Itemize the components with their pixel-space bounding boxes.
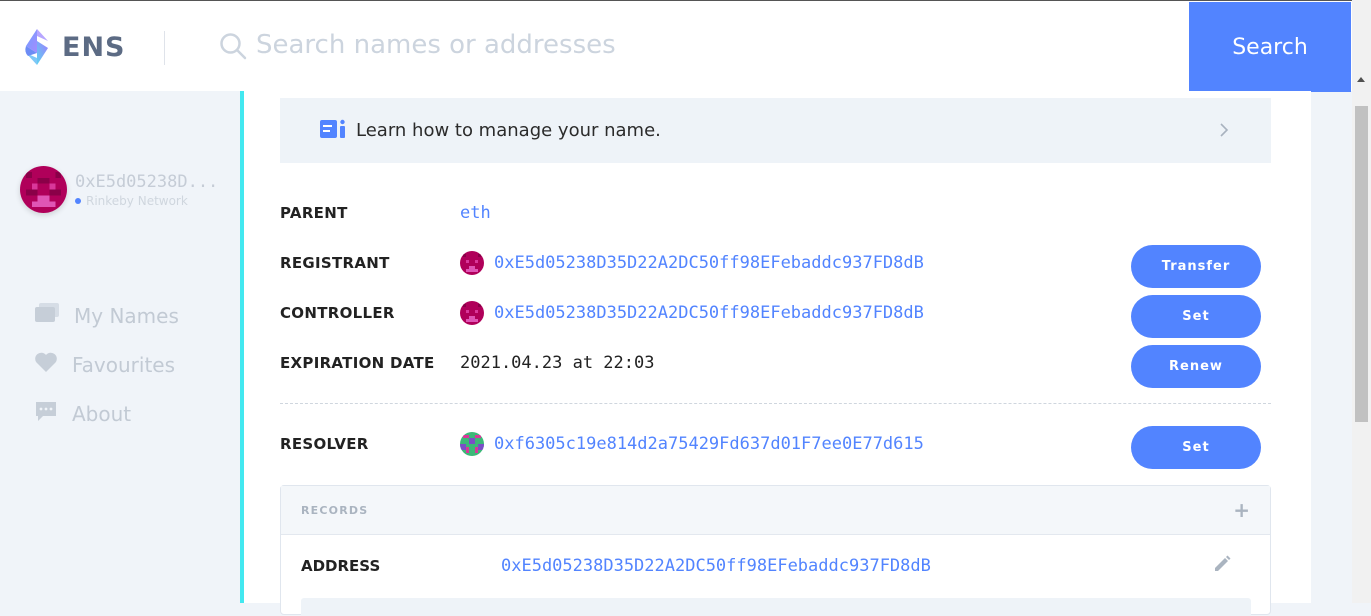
- record-subpanel: [301, 598, 1251, 616]
- controller-row: CONTROLLER 0xE5d05238D35D22A2DC50ff98EFe…: [280, 298, 924, 328]
- sidebar-item-my-names[interactable]: My Names: [34, 291, 179, 340]
- registrant-row: REGISTRANT 0xE5d05238D35D22A2DC50ff98EFe…: [280, 248, 924, 278]
- account-info[interactable]: 0xE5d05238D... Rinkeby Network: [20, 166, 218, 213]
- parent-link[interactable]: eth: [460, 203, 491, 223]
- cards-icon: [34, 302, 60, 329]
- sidebar: 0xE5d05238D... Rinkeby Network My Names: [0, 91, 240, 603]
- name-details-panel: Learn how to manage your name. PARENT et…: [244, 91, 1311, 616]
- set-resolver-button[interactable]: Set: [1131, 426, 1261, 469]
- expiration-row: EXPIRATION DATE 2021.04.23 at 22:03: [280, 348, 654, 378]
- top-header: ENS Search: [0, 0, 1352, 92]
- sidebar-item-label: Favourites: [72, 352, 176, 377]
- resolver-label: RESOLVER: [280, 435, 369, 453]
- header-divider: [164, 31, 165, 65]
- ens-logo[interactable]: ENS: [20, 27, 126, 67]
- records-header: RECORDS +: [281, 486, 1270, 535]
- expiration-label: EXPIRATION DATE: [280, 354, 435, 372]
- controller-label: CONTROLLER: [280, 304, 395, 322]
- parent-label: PARENT: [280, 204, 348, 222]
- logo-text: ENS: [62, 31, 126, 63]
- resolver-avatar: [460, 432, 484, 456]
- parent-row: PARENT eth: [280, 198, 491, 228]
- registrant-address-text: 0xE5d05238D35D22A2DC50ff98EFebaddc937FD8…: [494, 253, 924, 273]
- search-icon: [219, 32, 247, 64]
- records-title: RECORDS: [301, 503, 369, 517]
- network-name: Rinkeby Network: [86, 193, 188, 208]
- resolver-address[interactable]: 0xf6305c19e814d2a75429Fd637d01F7ee0E77d6…: [460, 432, 924, 456]
- search-input[interactable]: [256, 25, 1156, 65]
- account-avatar: [20, 166, 67, 213]
- sidebar-item-favourites[interactable]: Favourites: [34, 340, 179, 389]
- page-scrollbar[interactable]: [1352, 0, 1371, 603]
- registrant-avatar: [460, 251, 484, 275]
- scroll-up-arrow-icon[interactable]: [1356, 68, 1366, 87]
- account-address: 0xE5d05238D...: [75, 171, 219, 192]
- scrollbar-thumb[interactable]: [1355, 106, 1368, 422]
- network-label: Rinkeby Network: [75, 194, 218, 208]
- ens-logo-icon: [25, 29, 48, 65]
- record-label: ADDRESS: [301, 557, 381, 575]
- expiration-value: 2021.04.23 at 22:03: [460, 353, 655, 373]
- registrant-address[interactable]: 0xE5d05238D35D22A2DC50ff98EFebaddc937FD8…: [460, 251, 924, 275]
- set-controller-button[interactable]: Set: [1131, 295, 1261, 338]
- controller-address[interactable]: 0xE5d05238D35D22A2DC50ff98EFebaddc937FD8…: [460, 301, 924, 325]
- transfer-button[interactable]: Transfer: [1131, 245, 1261, 288]
- chevron-right-icon: [1219, 122, 1229, 142]
- add-record-icon[interactable]: +: [1233, 498, 1250, 522]
- record-address-link[interactable]: 0xE5d05238D35D22A2DC50ff98EFebaddc937FD8…: [501, 556, 931, 576]
- sidebar-item-label: My Names: [74, 303, 179, 328]
- resolver-row: RESOLVER 0xf6305c19e814d2a75429Fd637d01F…: [280, 429, 924, 459]
- sidebar-item-about[interactable]: About: [34, 389, 179, 438]
- registrant-label: REGISTRANT: [280, 254, 390, 272]
- controller-address-text: 0xE5d05238D35D22A2DC50ff98EFebaddc937FD8…: [494, 303, 924, 323]
- controller-avatar: [460, 301, 484, 325]
- record-row: ADDRESS 0xE5d05238D35D22A2DC50ff98EFebad…: [281, 535, 1270, 597]
- book-icon: [320, 119, 346, 143]
- network-dot-icon: [75, 197, 81, 204]
- chat-bubble-icon: [34, 400, 58, 427]
- sidebar-nav: My Names Favourites About: [34, 291, 179, 438]
- learn-banner[interactable]: Learn how to manage your name.: [280, 98, 1271, 163]
- pencil-icon[interactable]: [1212, 554, 1232, 578]
- sidebar-item-label: About: [72, 401, 132, 426]
- section-divider: [280, 403, 1271, 404]
- renew-button[interactable]: Renew: [1131, 345, 1261, 388]
- search-button[interactable]: Search: [1189, 2, 1351, 92]
- heart-icon: [34, 351, 58, 378]
- learn-banner-text: Learn how to manage your name.: [356, 120, 661, 141]
- records-panel: RECORDS + ADDRESS 0xE5d05238D35D22A2DC50…: [280, 485, 1271, 616]
- resolver-address-text: 0xf6305c19e814d2a75429Fd637d01F7ee0E77d6…: [494, 434, 924, 454]
